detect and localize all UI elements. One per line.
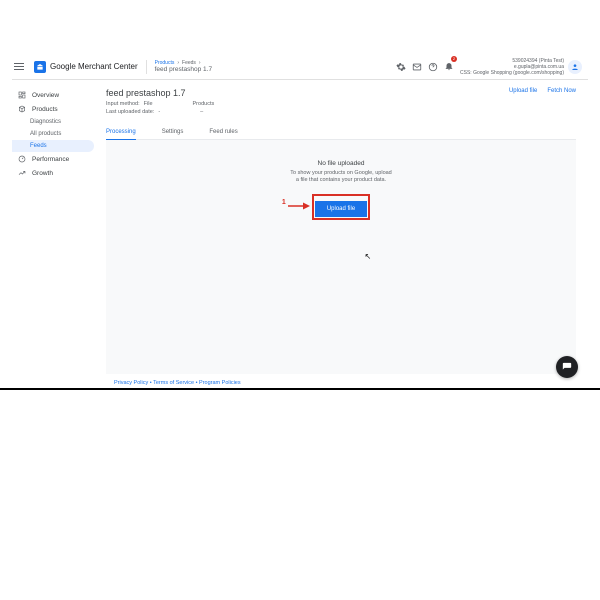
sidebar-item-overview[interactable]: Overview (12, 88, 98, 102)
callout-arrow-icon (288, 198, 310, 216)
sidebar-item-feeds[interactable]: Feeds (12, 140, 94, 152)
feedback-fab[interactable] (556, 356, 578, 378)
account-block[interactable]: 539024394 (Pinta Test) e.gupla@pinta.com… (460, 58, 582, 76)
account-css: CSS: Google Shopping (google.com/shoppin… (460, 70, 564, 76)
products-icon (18, 105, 26, 113)
merchant-center-logo (34, 61, 46, 73)
meta-products-label: Products (193, 101, 215, 107)
sidebar-label: Overview (32, 92, 59, 99)
sidebar: Overview Products Diagnostics All produc… (12, 80, 98, 386)
tab-settings[interactable]: Settings (162, 125, 184, 139)
hamburger-icon[interactable] (14, 60, 28, 74)
empty-state-title: No file uploaded (318, 160, 365, 167)
app-name: Google Merchant Center (50, 62, 138, 71)
sidebar-label: Products (32, 106, 58, 113)
main-content: feed prestashop 1.7 Input method: File Pr… (98, 80, 588, 386)
sidebar-item-products[interactable]: Products (12, 102, 98, 116)
sidebar-label: Growth (32, 170, 53, 177)
tools-icon[interactable] (396, 62, 406, 72)
sidebar-item-growth[interactable]: Growth (12, 166, 98, 180)
upload-file-button[interactable]: Upload file (315, 201, 367, 217)
avatar[interactable] (568, 60, 582, 74)
action-fetch-now[interactable]: Fetch Now (547, 88, 576, 94)
meta-input-label: Input method: (106, 101, 140, 107)
crumb-current: feed prestashop 1.7 (155, 66, 212, 73)
breadcrumb: Products › Feeds › feed prestashop 1.7 (155, 60, 212, 73)
action-upload-file[interactable]: Upload file (509, 88, 537, 94)
header-actions: 2 (396, 58, 454, 76)
performance-icon (18, 155, 26, 163)
sidebar-item-diagnostics[interactable]: Diagnostics (12, 116, 98, 128)
meta-input-value: File (144, 101, 153, 107)
cursor-icon: ↖ (365, 252, 372, 261)
help-icon[interactable] (428, 62, 438, 72)
tab-processing[interactable]: Processing (106, 125, 136, 140)
header-bar: Google Merchant Center Products › Feeds … (12, 54, 588, 80)
sidebar-item-all-products[interactable]: All products (12, 128, 98, 140)
tabs: Processing Settings Feed rules (106, 125, 576, 140)
sidebar-item-performance[interactable]: Performance (12, 152, 98, 166)
growth-icon (18, 169, 26, 177)
notifications-icon[interactable]: 2 (444, 58, 454, 76)
sidebar-label: Performance (32, 156, 69, 163)
callout-highlight: Upload file (312, 194, 370, 220)
meta-last-label: Last uploaded date: (106, 109, 154, 115)
overview-icon (18, 91, 26, 99)
meta-last-value: - (158, 109, 160, 115)
meta-last-value2: – (200, 109, 203, 115)
page-title: feed prestashop 1.7 (106, 88, 509, 98)
empty-state-subtitle: To show your products on Google, uploada… (290, 170, 392, 184)
footer-links[interactable]: Privacy Policy • Terms of Service • Prog… (106, 374, 576, 386)
notification-badge: 2 (451, 56, 457, 62)
callout-number: 1 (282, 199, 286, 206)
content-area: No file uploaded To show your products o… (106, 140, 576, 374)
mail-icon[interactable] (412, 62, 422, 72)
tab-feed-rules[interactable]: Feed rules (209, 125, 237, 139)
